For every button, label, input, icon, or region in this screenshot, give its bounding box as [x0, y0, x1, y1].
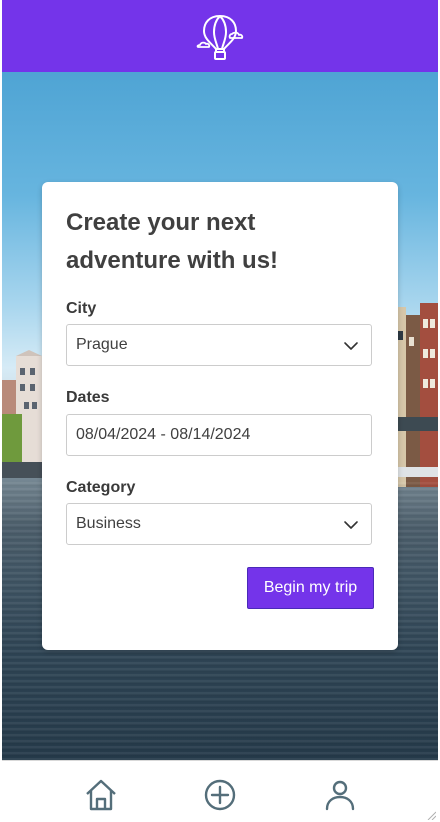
canal-houses-right [396, 303, 438, 487]
canal-houses-left [2, 350, 46, 478]
chevron-down-icon [344, 521, 358, 529]
category-select[interactable]: Business [66, 503, 372, 545]
city-select[interactable]: Prague [66, 324, 372, 366]
bottom-navigation [2, 760, 438, 822]
begin-trip-button[interactable]: Begin my trip [247, 567, 374, 609]
resize-grip-icon [427, 811, 436, 820]
chevron-down-icon [344, 342, 358, 350]
form-title: Create your next adventure with us! [66, 209, 279, 274]
dates-input[interactable]: 08/04/2024 - 08/14/2024 [66, 414, 372, 456]
category-label: Category [66, 479, 136, 496]
app-frame: Create your next adventure with us! City… [0, 0, 440, 822]
app-header [2, 0, 438, 72]
category-select-value: Business [76, 515, 141, 532]
trip-form-card: Create your next adventure with us! City… [42, 182, 398, 650]
home-icon[interactable] [83, 777, 119, 813]
add-circle-icon[interactable] [202, 777, 238, 813]
city-label: City [66, 300, 97, 317]
dates-input-value: 08/04/2024 - 08/14/2024 [76, 426, 251, 443]
hot-air-balloon-icon[interactable] [194, 10, 246, 62]
user-icon[interactable] [322, 777, 358, 813]
dates-label: Dates [66, 389, 110, 406]
city-select-value: Prague [76, 336, 128, 353]
